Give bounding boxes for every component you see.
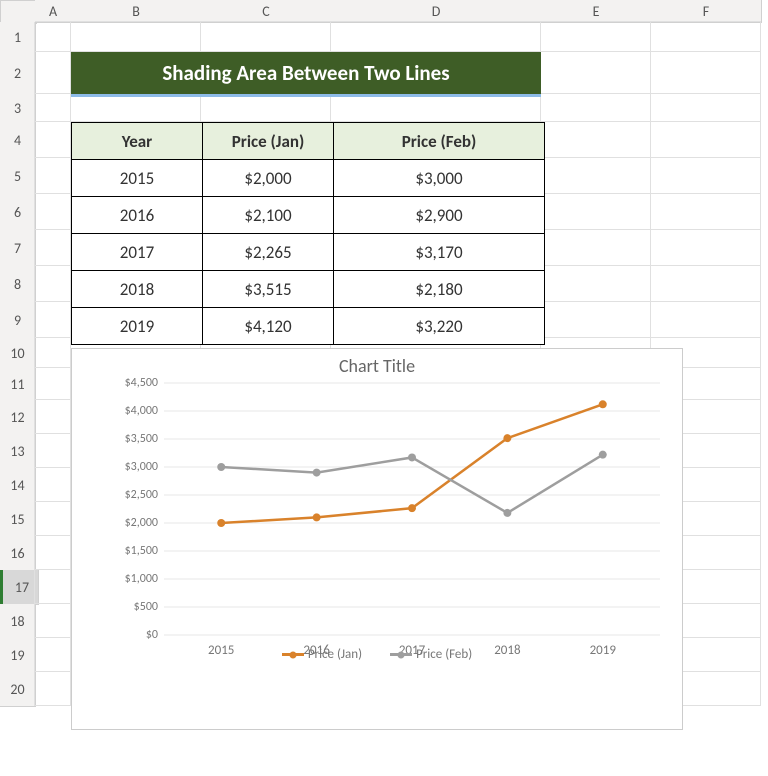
- table-cell[interactable]: $4,120: [203, 308, 334, 345]
- x-axis-tick: 2018: [494, 635, 520, 658]
- row-header-11[interactable]: 11: [0, 368, 36, 401]
- y-axis-tick: $1,500: [125, 544, 164, 558]
- y-axis-tick: $0: [146, 628, 164, 642]
- data-table: YearPrice (Jan)Price (Feb) 2015$2,000$3,0…: [71, 122, 545, 345]
- table-cell[interactable]: $2,180: [334, 271, 545, 308]
- x-axis-tick: 2019: [590, 635, 616, 658]
- row-header-3[interactable]: 3: [0, 94, 36, 123]
- spreadsheet: ABCDEF 1234567891011121314151617181920 S…: [0, 0, 768, 776]
- row-header-12[interactable]: 12: [0, 400, 36, 435]
- col-header-C[interactable]: C: [201, 0, 332, 23]
- row-header-13[interactable]: 13: [0, 434, 36, 469]
- col-header-B[interactable]: B: [71, 0, 202, 23]
- table-cell[interactable]: 2017: [72, 234, 203, 271]
- row-header-4[interactable]: 4: [0, 122, 36, 159]
- row-header-16[interactable]: 16: [0, 536, 36, 571]
- row-header-8[interactable]: 8: [0, 266, 36, 303]
- table-cell[interactable]: $3,000: [334, 160, 545, 197]
- table-cell[interactable]: 2016: [72, 197, 203, 234]
- table-cell[interactable]: 2015: [72, 160, 203, 197]
- table-header[interactable]: Price (Jan): [203, 123, 334, 160]
- table-header[interactable]: Year: [72, 123, 203, 160]
- row-header-1[interactable]: 1: [0, 22, 36, 53]
- y-axis-tick: $3,500: [125, 432, 164, 446]
- col-header-A[interactable]: A: [35, 0, 72, 23]
- row-header-10[interactable]: 10: [0, 338, 36, 369]
- select-all-corner[interactable]: [0, 0, 37, 24]
- row-header-15[interactable]: 15: [0, 502, 36, 537]
- row-header-18[interactable]: 18: [0, 604, 36, 639]
- row-header-7[interactable]: 7: [0, 230, 36, 267]
- y-axis-tick: $2,000: [125, 516, 164, 530]
- table-cell[interactable]: $2,000: [203, 160, 334, 197]
- table-cell[interactable]: 2019: [72, 308, 203, 345]
- row-header-19[interactable]: 19: [0, 638, 36, 673]
- chart-plot-area[interactable]: $0$500$1,000$1,500$2,000$2,500$3,000$3,5…: [164, 383, 660, 635]
- y-axis-tick: $4,500: [125, 376, 164, 390]
- row-header-5[interactable]: 5: [0, 158, 36, 195]
- x-axis-tick: 2016: [303, 635, 329, 658]
- table-cell[interactable]: $3,170: [334, 234, 545, 271]
- title-text: Shading Area Between Two Lines: [162, 60, 449, 86]
- table-cell[interactable]: $2,265: [203, 234, 334, 271]
- row-header-9[interactable]: 9: [0, 302, 36, 339]
- row-header-20[interactable]: 20: [0, 672, 36, 707]
- y-axis-tick: $2,500: [125, 488, 164, 502]
- table-cell[interactable]: $3,515: [203, 271, 334, 308]
- row-header-14[interactable]: 14: [0, 468, 36, 503]
- row-header-6[interactable]: 6: [0, 194, 36, 231]
- chart-object[interactable]: Chart Title $0$500$1,000$1,500$2,000$2,5…: [71, 348, 683, 730]
- y-axis-tick: $500: [134, 600, 164, 614]
- table-cell[interactable]: $3,220: [334, 308, 545, 345]
- table-cell[interactable]: $2,900: [334, 197, 545, 234]
- y-axis-tick: $4,000: [125, 404, 164, 418]
- row-header-2[interactable]: 2: [0, 52, 36, 95]
- y-axis-tick: $3,000: [125, 460, 164, 474]
- x-axis-tick: 2015: [208, 635, 234, 658]
- table-cell[interactable]: $2,100: [203, 197, 334, 234]
- table-cell[interactable]: 2018: [72, 271, 203, 308]
- table-header[interactable]: Price (Feb): [334, 123, 545, 160]
- title-banner: Shading Area Between Two Lines: [71, 52, 541, 97]
- y-axis-tick: $1,000: [125, 572, 164, 586]
- col-header-E[interactable]: E: [541, 0, 652, 23]
- series-price-jan-[interactable]: [217, 400, 607, 527]
- col-header-F[interactable]: F: [651, 0, 762, 23]
- col-header-D[interactable]: D: [331, 0, 542, 23]
